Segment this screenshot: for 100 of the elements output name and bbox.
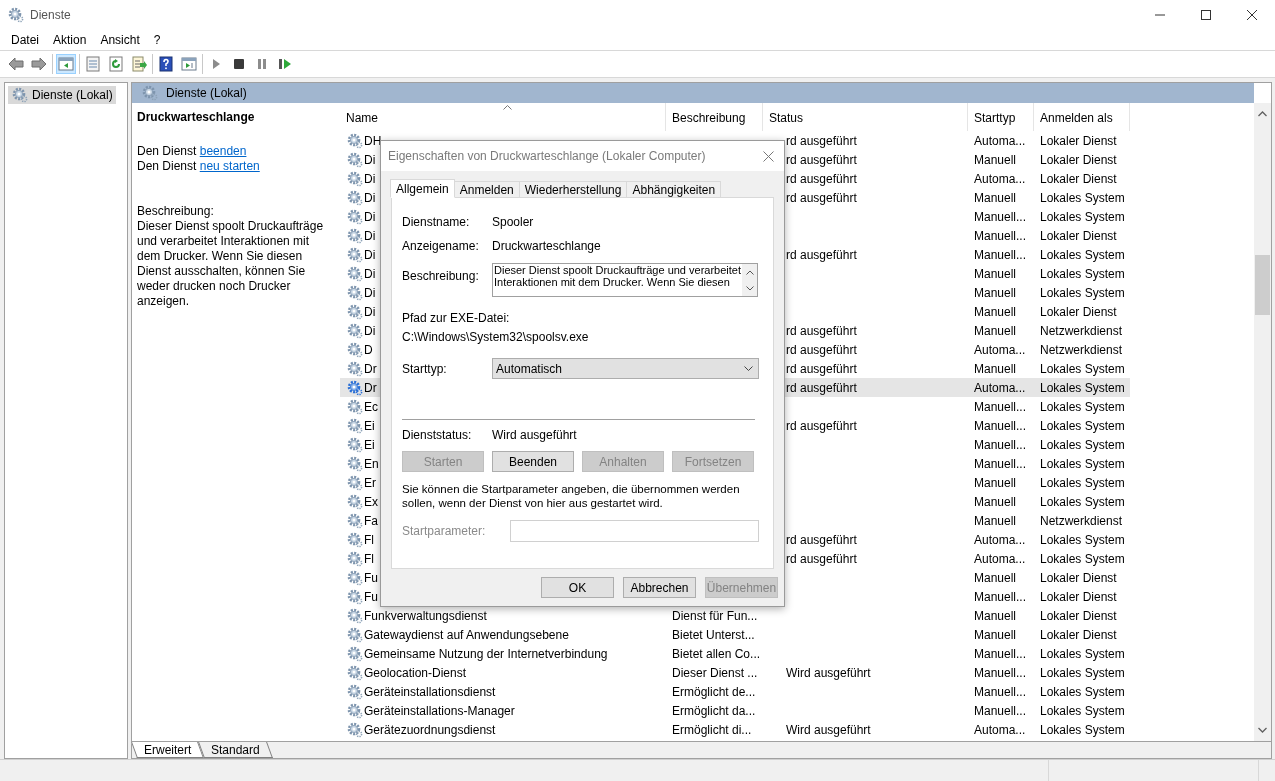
logon-account: Lokales System: [1040, 437, 1125, 452]
startup-type: Manuell: [974, 475, 1017, 490]
service-name: Di: [364, 303, 376, 321]
action-text: Den Dienst neu starten: [137, 159, 261, 174]
service-name: Geräteinstallationsdienst: [364, 683, 496, 701]
startup-type: Manuell: [974, 285, 1017, 300]
logon-account: Lokaler Dienst: [1040, 589, 1117, 604]
service-status: Wird ausgeführt: [786, 665, 871, 680]
service-name: Fu: [364, 588, 378, 606]
service-name: Geräteinstallations-Manager: [364, 702, 515, 720]
startup-type: Manuell: [974, 361, 1017, 376]
logon-account: Lokales System: [1040, 665, 1125, 680]
logon-account: Lokales System: [1040, 475, 1125, 490]
service-status: rd ausgeführt: [786, 342, 857, 357]
logon-account: Lokales System: [1040, 684, 1125, 699]
service-name: Di: [364, 227, 376, 245]
startup-type: Automa...: [974, 532, 1026, 547]
service-name: Ei: [364, 436, 375, 454]
logon-account: Lokales System: [1040, 285, 1125, 300]
service-status: rd ausgeführt: [786, 418, 857, 433]
service-name: Dr: [364, 379, 377, 397]
service-description: Ermöglicht de...: [672, 684, 756, 699]
service-name: Di: [364, 284, 376, 302]
service-status: rd ausgeführt: [786, 323, 857, 338]
logon-account: Netzwerkdienst: [1040, 342, 1123, 357]
startup-type: Manuell...: [974, 209, 1027, 224]
service-name: Di: [364, 151, 376, 169]
startup-type: Manuell...: [974, 646, 1027, 661]
startup-type: Manuell...: [974, 665, 1027, 680]
service-status: rd ausgeführt: [786, 361, 857, 376]
startup-type: Manuell...: [974, 418, 1027, 433]
field-label: Beschreibung:: [402, 268, 480, 285]
service-name: Di: [364, 170, 376, 188]
action-text: Den Dienst beenden: [137, 144, 248, 159]
logon-account: Lokales System: [1040, 532, 1125, 547]
startup-type: Automa...: [974, 722, 1026, 737]
logon-account: Lokaler Dienst: [1040, 570, 1117, 585]
service-status: rd ausgeführt: [786, 171, 857, 186]
startup-type: Manuell: [974, 323, 1017, 338]
service-description: Dieser Dienst ...: [672, 665, 758, 680]
service-name: Di: [364, 246, 376, 264]
startup-type: Manuell...: [974, 456, 1027, 471]
service-name: Geolocation-Dienst: [364, 664, 467, 682]
service-name: Er: [364, 474, 376, 492]
logon-account: Lokales System: [1040, 380, 1125, 395]
exe-path: C:\Windows\System32\spoolsv.exe: [402, 329, 590, 346]
startup-type: Manuell: [974, 152, 1017, 167]
startup-type: Manuell...: [974, 399, 1027, 414]
service-name: Di: [364, 265, 376, 283]
startup-type: Manuell: [974, 608, 1017, 623]
logon-account: Lokales System: [1040, 266, 1125, 281]
service-name: Ec: [364, 398, 378, 416]
service-description: Bietet allen Co...: [672, 646, 761, 661]
service-name: Di: [364, 189, 376, 207]
logon-account: Lokales System: [1040, 456, 1125, 471]
logon-account: Lokaler Dienst: [1040, 133, 1117, 148]
description-text: Dieser Dienst spoolt Druckaufträge und verarbeitet Interaktionen mit dem Drucker. Wenn Sie diesen Dienst ausschalten, können Sie weder drucken noch Drucker anzeigen.: [137, 219, 325, 309]
service-name: Ei: [364, 417, 375, 435]
field-label: Dienstname:: [402, 213, 471, 231]
logon-account: Lokales System: [1040, 703, 1125, 718]
field-label: Pfad zur EXE-Datei:: [402, 310, 511, 327]
startup-type: Manuell...: [974, 684, 1027, 699]
service-description: Ermöglicht da...: [672, 703, 756, 718]
service-name: Gemeinsame Nutzung der Internetverbindung: [364, 645, 608, 663]
service-name: Fl: [364, 531, 374, 549]
startup-type: Manuell...: [974, 703, 1027, 718]
startup-type: Manuell...: [974, 247, 1027, 262]
field-value: Spooler: [492, 213, 534, 231]
startup-type: Manuell...: [974, 437, 1027, 452]
window-title: Dienste: [30, 7, 71, 24]
service-name: Fl: [364, 550, 374, 568]
service-name: DH: [364, 132, 382, 150]
logon-account: Lokaler Dienst: [1040, 627, 1117, 642]
logon-account: Lokales System: [1040, 551, 1125, 566]
logon-account: Lokales System: [1040, 209, 1125, 224]
logon-account: Lokaler Dienst: [1040, 608, 1117, 623]
startup-type: Automa...: [974, 171, 1026, 186]
service-name: Gatewaydienst auf Anwendungsebene: [364, 626, 569, 644]
logon-account: Netzwerkdienst: [1040, 513, 1123, 528]
logon-account: Lokaler Dienst: [1040, 152, 1117, 167]
startup-type: Manuell: [974, 513, 1017, 528]
logon-account: Lokales System: [1040, 361, 1125, 376]
service-name: Di: [364, 208, 376, 226]
logon-account: Lokales System: [1040, 399, 1125, 414]
logon-account: Lokaler Dienst: [1040, 228, 1117, 243]
logon-account: Lokales System: [1040, 418, 1125, 433]
description-label: Beschreibung:: [137, 204, 215, 219]
field-label: Anzeigename:: [402, 237, 480, 255]
service-status: rd ausgeführt: [786, 532, 857, 547]
service-title: Druckwarteschlange: [137, 109, 256, 126]
logon-account: Lokales System: [1040, 247, 1125, 262]
service-status: Wird ausgeführt: [786, 722, 871, 737]
service-status: rd ausgeführt: [786, 380, 857, 395]
field-value: Druckwarteschlange: [492, 237, 601, 255]
service-name: Di: [364, 322, 376, 340]
service-status: rd ausgeführt: [786, 133, 857, 148]
service-name: Gerätezuordnungsdienst: [364, 721, 496, 739]
service-status: rd ausgeführt: [786, 152, 857, 167]
service-description: Dienst für Fun...: [672, 608, 758, 623]
startup-type: Manuell...: [974, 589, 1027, 604]
